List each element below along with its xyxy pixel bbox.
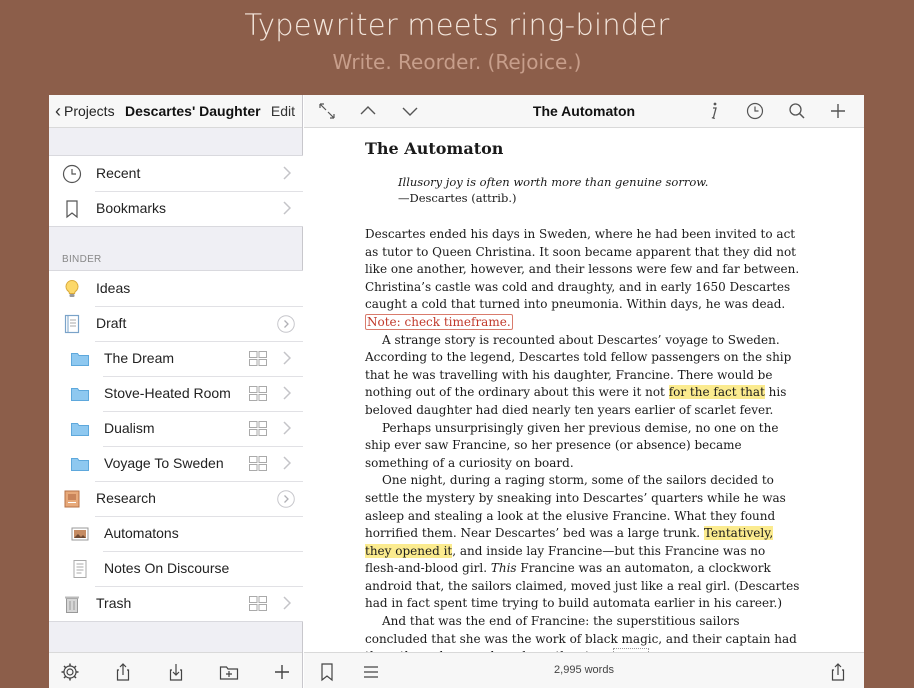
chevron-right-icon — [283, 166, 291, 180]
corkboard-icon[interactable] — [249, 596, 267, 611]
quick-access-group: Recent Bookmarks — [49, 155, 303, 227]
paragraph: A strange story is recounted about Desca… — [365, 332, 802, 420]
sidebar-navbar: ‹ Projects Descartes' Daughter Edit — [49, 95, 302, 128]
epigraph-quote: Illusory joy is often worth more than ge… — [398, 175, 709, 189]
document-body[interactable]: The Automaton Illusory joy is often wort… — [365, 139, 802, 666]
document-heading: The Automaton — [365, 139, 504, 158]
binder-sidebar: ‹ Projects Descartes' Daughter Edit Rece… — [49, 95, 303, 688]
document-title: The Automaton — [532, 103, 636, 119]
chevron-right-icon — [283, 596, 291, 610]
share-icon[interactable] — [828, 662, 848, 682]
chevron-circle-icon[interactable] — [277, 315, 295, 333]
text-run: Descartes ended his days in Sweden, wher… — [365, 227, 800, 312]
sidebar-item-label: Dualism — [104, 420, 155, 436]
sidebar-item-label: Bookmarks — [96, 200, 167, 216]
sidebar-item-trash[interactable]: Trash — [49, 586, 303, 621]
sidebar-item-the-dream[interactable]: The Dream — [49, 341, 303, 376]
italic-text: This — [490, 561, 517, 576]
add-icon[interactable] — [272, 662, 292, 682]
info-icon[interactable] — [704, 101, 724, 121]
sidebar-item-label: Voyage To Sweden — [104, 455, 224, 471]
paragraph: Descartes ended his days in Sweden, wher… — [365, 226, 802, 332]
sidebar-item-research[interactable]: Research — [49, 481, 303, 516]
sidebar-toolbar — [49, 652, 302, 688]
add-icon[interactable] — [828, 101, 848, 121]
body-text[interactable]: Descartes ended his days in Sweden, wher… — [365, 226, 802, 666]
sidebar-item-voyage-to-sweden[interactable]: Voyage To Sweden — [49, 446, 303, 481]
corkboard-icon[interactable] — [249, 456, 267, 471]
bookmark-icon — [66, 200, 78, 219]
paragraph: One night, during a raging storm, some o… — [365, 472, 802, 613]
image-file-icon — [71, 527, 89, 541]
sidebar-item-label: Ideas — [96, 280, 131, 296]
import-icon[interactable] — [166, 662, 186, 682]
sidebar-item-label: Stove-Heated Room — [104, 385, 231, 401]
sidebar-item-label: Research — [96, 490, 156, 506]
sidebar-item-label: Notes On Discourse — [104, 560, 230, 576]
history-clock-icon[interactable] — [745, 101, 765, 121]
chevron-circle-icon[interactable] — [277, 490, 295, 508]
sidebar-item-ideas[interactable]: Ideas — [49, 271, 303, 306]
hero-subtitle: Write. Reorder. (Rejoice.) — [332, 50, 582, 74]
chevron-right-icon — [283, 201, 291, 215]
chevron-right-icon — [283, 351, 291, 365]
sidebar-item-bookmarks[interactable]: Bookmarks — [49, 191, 303, 226]
folder-icon — [71, 458, 89, 471]
folder-icon — [71, 388, 89, 401]
sidebar-item-label: Recent — [96, 165, 141, 181]
sidebar-item-notes-on-discourse[interactable]: Notes On Discourse — [49, 551, 303, 586]
sidebar-item-label: Trash — [96, 595, 132, 611]
binder-group: Ideas Draft The Dream Stove-Heated Room — [49, 270, 303, 622]
sidebar-item-label: The Dream — [104, 350, 175, 366]
lightbulb-icon — [65, 279, 79, 297]
draft-document-icon — [64, 314, 80, 334]
word-count: 2,995 words — [554, 664, 614, 676]
chevron-right-icon — [283, 421, 291, 435]
sidebar-item-stove-heated-room[interactable]: Stove-Heated Room — [49, 376, 303, 411]
highlighted-text: for the fact that — [668, 385, 765, 400]
binder-section-header: BINDER — [62, 254, 102, 265]
corkboard-icon[interactable] — [249, 351, 267, 366]
chevron-right-icon — [283, 456, 291, 470]
ipad-screen: ‹ Projects Descartes' Daughter Edit Rece… — [49, 95, 864, 688]
epigraph: Illusory joy is often worth more than ge… — [398, 174, 802, 206]
folder-icon — [71, 423, 89, 436]
editor-pane: The Automaton The Automaton Illusory joy… — [304, 95, 864, 688]
hero-title: Typewriter meets ring-binder — [244, 8, 670, 42]
project-title: Descartes' Daughter — [125, 103, 261, 119]
add-folder-icon[interactable] — [219, 662, 239, 682]
epigraph-attribution: —Descartes (attrib.) — [398, 191, 517, 205]
editor-toolbar: 2,995 words — [304, 652, 864, 688]
back-to-projects-button[interactable]: ‹ Projects — [55, 102, 115, 120]
sidebar-item-recent[interactable]: Recent — [49, 156, 303, 191]
chevron-left-icon: ‹ — [55, 101, 61, 121]
paragraph: Perhaps unsurprisingly given her previou… — [365, 420, 779, 470]
sidebar-item-draft[interactable]: Draft — [49, 306, 303, 341]
sidebar-item-dualism[interactable]: Dualism — [49, 411, 303, 446]
gear-icon[interactable] — [60, 662, 80, 682]
inline-note[interactable]: Note: check timeframe. — [365, 313, 513, 330]
clock-icon — [62, 164, 82, 184]
folder-icon — [71, 353, 89, 366]
edit-button[interactable]: Edit — [271, 103, 295, 119]
back-label: Projects — [64, 103, 115, 119]
share-icon[interactable] — [113, 662, 133, 682]
trash-icon — [65, 596, 79, 613]
corkboard-icon[interactable] — [249, 386, 267, 401]
search-icon[interactable] — [787, 101, 807, 121]
editor-navbar: The Automaton — [304, 95, 864, 128]
research-icon — [64, 490, 80, 508]
sidebar-item-automatons[interactable]: Automatons — [49, 516, 303, 551]
chevron-right-icon — [283, 386, 291, 400]
sidebar-item-label: Automatons — [104, 525, 179, 541]
sidebar-item-label: Draft — [96, 315, 127, 331]
text-file-icon — [73, 560, 87, 578]
corkboard-icon[interactable] — [249, 421, 267, 436]
